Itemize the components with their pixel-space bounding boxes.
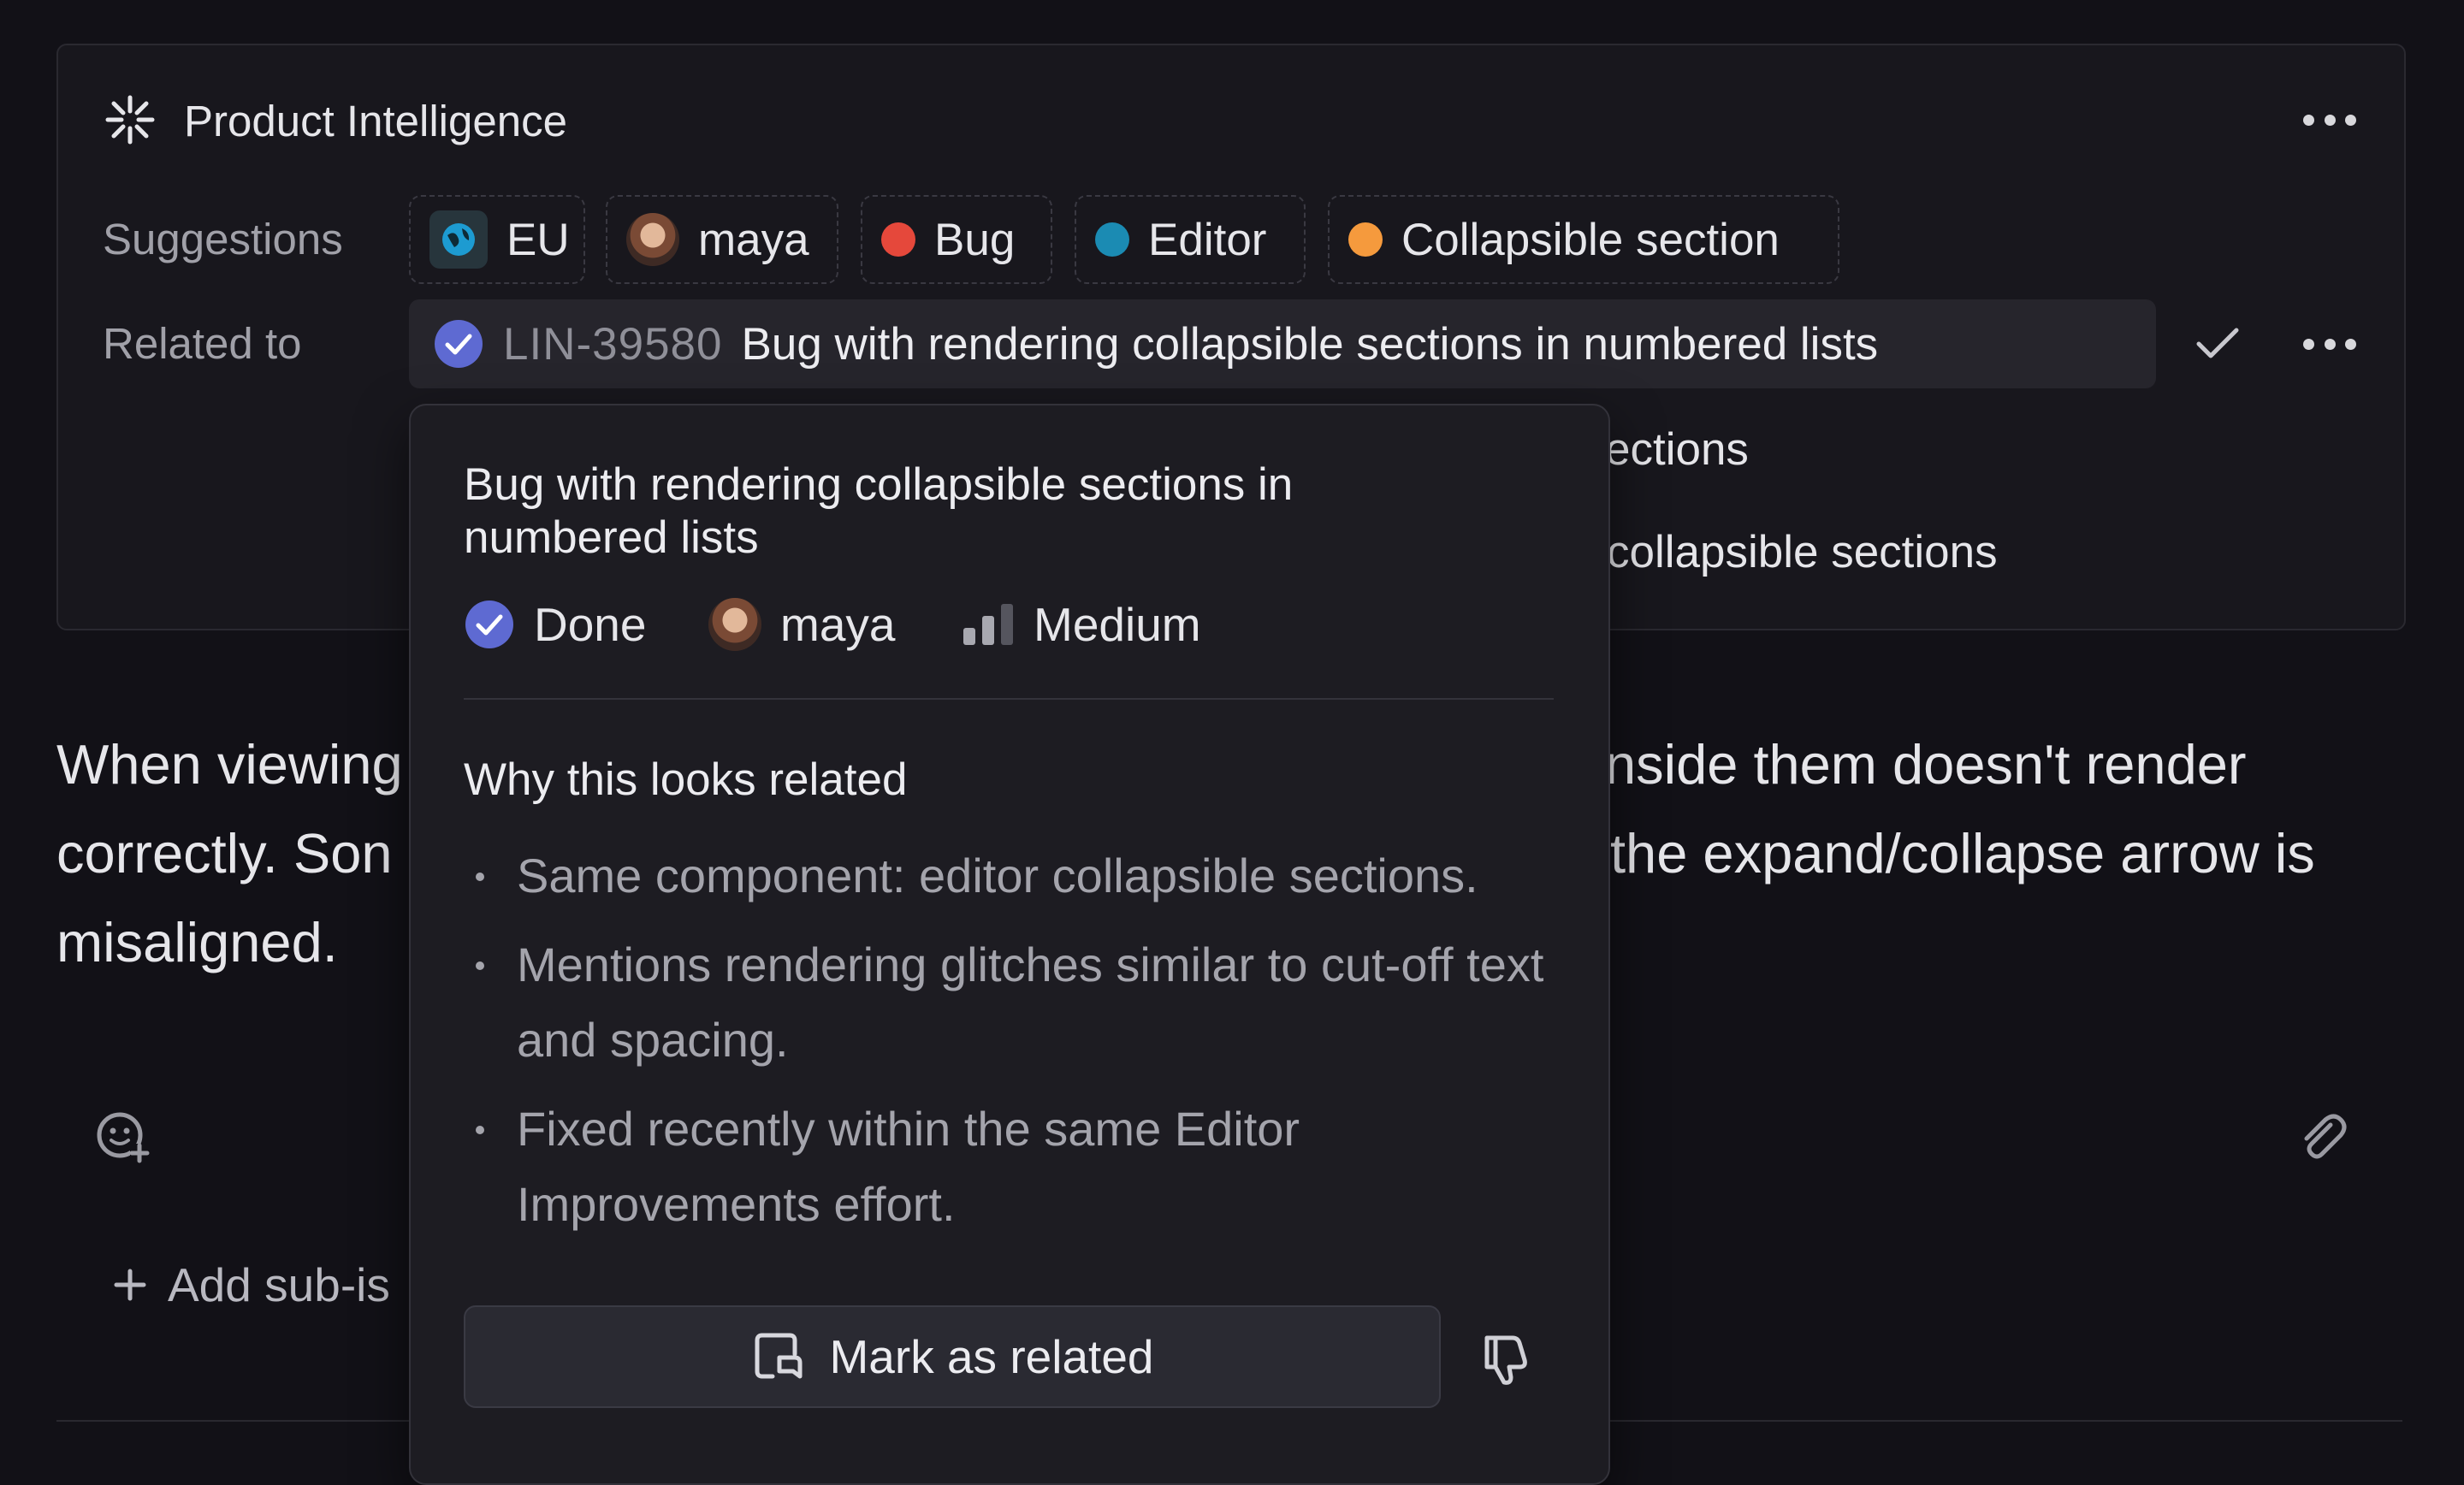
avatar <box>626 213 679 266</box>
chip-assignee-maya[interactable]: maya <box>606 195 838 284</box>
related-issue-row[interactable]: LIN-39580 Bug with rendering collapsible… <box>409 299 2156 388</box>
sparkle-icon <box>105 95 155 145</box>
priority-label: Medium <box>1034 598 1201 651</box>
reason-item: Mentions rendering glitches similar to c… <box>464 927 1576 1078</box>
avatar <box>708 598 761 651</box>
chip-label-collapsible-section[interactable]: Collapsible section <box>1328 195 1839 284</box>
popover-divider <box>464 698 1554 700</box>
issue-title: Bug with rendering collapsible sections … <box>741 318 1879 370</box>
chip-team-eu[interactable]: EU <box>409 195 585 284</box>
accept-check-icon[interactable] <box>2194 323 2242 364</box>
chip-label-bug[interactable]: Bug <box>861 195 1052 284</box>
priority-medium-icon <box>963 604 1013 645</box>
panel-more-button[interactable] <box>2303 111 2356 128</box>
suggestions-label: Suggestions <box>103 215 343 263</box>
popover-priority: Medium <box>962 590 1201 659</box>
description-line: correctly. Son <box>56 822 393 884</box>
label-color-dot <box>1348 222 1383 257</box>
done-status-icon <box>465 601 513 648</box>
description-line: misaligned. <box>56 911 338 973</box>
related-item-text[interactable]: ections <box>1605 423 1749 477</box>
mark-as-related-button[interactable]: Mark as related <box>464 1305 1441 1408</box>
panel-title: Product Intelligence <box>184 97 567 145</box>
done-status-icon <box>435 320 483 368</box>
related-to-label: Related to <box>103 319 302 368</box>
reason-item: Same component: editor collapsible secti… <box>464 838 1576 914</box>
label-color-dot <box>1095 222 1129 257</box>
attachment-icon[interactable] <box>2293 1108 2349 1164</box>
chip-label: Collapsible section <box>1401 214 1780 265</box>
plus-icon <box>114 1269 146 1301</box>
popover-status: Done <box>464 590 646 659</box>
add-sub-issue-button[interactable]: Add sub-is <box>111 1257 390 1312</box>
related-more-button[interactable] <box>2303 335 2356 352</box>
thumbs-down-icon[interactable] <box>1478 1331 1535 1387</box>
chip-label: Editor <box>1148 214 1267 265</box>
add-sub-issue-label: Add sub-is <box>168 1258 390 1311</box>
reasons-list: Same component: editor collapsible secti… <box>464 838 1576 1256</box>
link-issue-icon <box>755 1333 803 1379</box>
mark-as-related-label: Mark as related <box>829 1330 1154 1383</box>
why-related-heading: Why this looks related <box>464 754 908 805</box>
related-item-text[interactable]: collapsible sections <box>1607 525 1998 580</box>
chip-label: EU <box>506 214 570 265</box>
status-label: Done <box>534 598 647 651</box>
description-line: When viewing <box>56 733 403 796</box>
chip-label: Bug <box>934 214 1016 265</box>
description-line: the expand/collapse arrow is <box>1610 822 2315 884</box>
description-line: nside them doesn't render <box>1605 733 2247 796</box>
chip-label-editor[interactable]: Editor <box>1075 195 1306 284</box>
popover-assignee: maya <box>708 590 896 659</box>
reason-item: Fixed recently within the same Editor Im… <box>464 1092 1576 1242</box>
add-reaction-icon[interactable] <box>94 1108 151 1164</box>
issue-id: LIN-39580 <box>503 318 723 370</box>
label-color-dot <box>881 222 915 257</box>
globe-icon <box>429 210 488 269</box>
assignee-label: maya <box>780 598 896 651</box>
popover-issue-title: Bug with rendering collapsible sections … <box>464 459 1294 563</box>
chip-label: maya <box>698 214 809 265</box>
